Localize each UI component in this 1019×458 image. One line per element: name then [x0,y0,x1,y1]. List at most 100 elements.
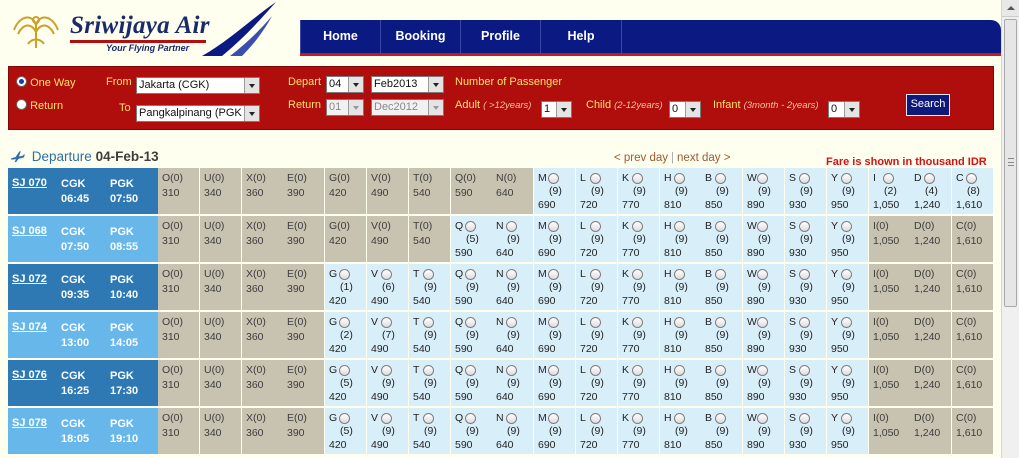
fare-class-available[interactable]: Q (5) 590 [451,216,492,262]
fare-select-radio[interactable] [841,413,852,424]
nav-booking[interactable]: Booking [381,20,461,53]
fare-class-available[interactable]: W (9) 890 [743,312,784,358]
fare-select-radio[interactable] [548,221,559,232]
fare-class-available[interactable]: H (9) 810 [660,360,701,406]
from-select[interactable]: Jakarta (CGK) [136,77,260,94]
fare-select-radio[interactable] [506,269,517,280]
fare-class-available[interactable]: S (9) 930 [785,168,826,214]
fare-select-radio[interactable] [674,269,685,280]
fare-select-radio[interactable] [590,365,601,376]
flight-number-link[interactable]: SJ 068 [12,225,47,237]
fare-select-radio[interactable] [799,365,810,376]
fare-select-radio[interactable] [841,365,852,376]
fare-class-available[interactable]: M (9) 690 [534,168,575,214]
fare-select-radio[interactable] [799,413,810,424]
fare-select-radio[interactable] [506,221,517,232]
fare-select-radio[interactable] [423,413,434,424]
fare-select-radio[interactable] [715,365,726,376]
fare-class-available[interactable]: W (9) 890 [743,168,784,214]
fare-select-radio[interactable] [715,173,726,184]
fare-class-available[interactable]: K (9) 770 [618,360,659,406]
fare-class-available[interactable]: M (9) 690 [534,216,575,262]
fare-class-available[interactable]: V (6) 490 [367,264,408,310]
adult-count-select[interactable]: 1 [541,101,572,118]
fare-class-available[interactable]: S (9) 930 [785,360,826,406]
fare-class-available[interactable]: B (9) 850 [701,216,742,262]
fare-select-radio[interactable] [465,413,476,424]
fare-class-available[interactable]: H (9) 810 [660,264,701,310]
fare-class-available[interactable]: V (9) 490 [367,408,408,454]
fare-class-available[interactable]: N (9) 640 [492,360,533,406]
infant-count-select[interactable]: 0 [828,101,860,118]
fare-select-radio[interactable] [632,317,643,328]
fare-select-radio[interactable] [381,365,392,376]
fare-class-available[interactable]: T (9) 540 [409,312,450,358]
fare-select-radio[interactable] [423,269,434,280]
fare-select-radio[interactable] [339,365,350,376]
trip-one-way-option[interactable]: One Way [16,76,76,89]
flight-number-link[interactable]: SJ 074 [12,321,47,333]
fare-select-radio[interactable] [339,413,350,424]
fare-class-available[interactable]: W (9) 890 [743,360,784,406]
search-button[interactable]: Search [906,94,950,116]
fare-select-radio[interactable] [799,221,810,232]
return-radio[interactable] [16,99,27,110]
fare-class-available[interactable]: S (9) 930 [785,312,826,358]
child-count-select[interactable]: 0 [669,101,701,118]
fare-class-available[interactable]: L (9) 720 [576,360,617,406]
fare-class-available[interactable]: L (9) 720 [576,168,617,214]
fare-select-radio[interactable] [590,221,601,232]
fare-class-available[interactable]: D (4) 1,240 [910,168,951,214]
fare-class-available[interactable]: K (9) 770 [618,216,659,262]
fare-select-radio[interactable] [465,365,476,376]
fare-class-available[interactable]: H (9) 810 [660,408,701,454]
vertical-scrollbar[interactable] [1001,0,1019,458]
return-day-select[interactable]: 01 [326,99,364,116]
fare-class-available[interactable]: H (9) 810 [660,168,701,214]
fare-select-radio[interactable] [632,221,643,232]
fare-select-radio[interactable] [883,173,894,184]
fare-select-radio[interactable] [799,317,810,328]
fare-select-radio[interactable] [548,173,559,184]
fare-class-available[interactable]: N (9) 640 [492,312,533,358]
fare-class-available[interactable]: L (9) 720 [576,264,617,310]
fare-select-radio[interactable] [841,317,852,328]
fare-class-available[interactable]: K (9) 770 [618,168,659,214]
fare-class-available[interactable]: S (9) 930 [785,408,826,454]
flight-number-link[interactable]: SJ 070 [12,177,47,189]
fare-select-radio[interactable] [757,221,768,232]
fare-class-available[interactable]: L (9) 720 [576,216,617,262]
fare-select-radio[interactable] [674,365,685,376]
fare-class-available[interactable]: K (9) 770 [618,408,659,454]
fare-select-radio[interactable] [841,269,852,280]
fare-select-radio[interactable] [757,365,768,376]
flight-number-link[interactable]: SJ 078 [12,417,47,429]
fare-select-radio[interactable] [465,269,476,280]
nav-home[interactable]: Home [300,20,381,53]
fare-select-radio[interactable] [841,221,852,232]
fare-select-radio[interactable] [590,317,601,328]
fare-class-available[interactable]: C (8) 1,610 [952,168,993,214]
fare-select-radio[interactable] [381,269,392,280]
fare-select-radio[interactable] [674,317,685,328]
to-select[interactable]: Pangkalpinang (PGK [136,105,260,122]
fare-select-radio[interactable] [506,317,517,328]
fare-class-available[interactable]: Y (9) 950 [827,408,868,454]
fare-select-radio[interactable] [715,221,726,232]
fare-class-available[interactable]: K (9) 770 [618,264,659,310]
fare-select-radio[interactable] [548,365,559,376]
fare-select-radio[interactable] [506,413,517,424]
fare-class-available[interactable]: V (7) 490 [367,312,408,358]
depart-month-select[interactable]: Feb2013 [371,76,444,93]
fare-select-radio[interactable] [674,413,685,424]
fare-class-available[interactable]: M (9) 690 [534,312,575,358]
fare-class-available[interactable]: K (9) 770 [618,312,659,358]
fare-class-available[interactable]: Q (9) 590 [451,408,492,454]
fare-class-available[interactable]: B (9) 850 [701,408,742,454]
fare-select-radio[interactable] [841,173,852,184]
fare-select-radio[interactable] [632,269,643,280]
fare-select-radio[interactable] [423,317,434,328]
fare-class-available[interactable]: B (9) 850 [701,312,742,358]
fare-select-radio[interactable] [548,317,559,328]
scrollbar-thumb[interactable] [1004,19,1017,307]
